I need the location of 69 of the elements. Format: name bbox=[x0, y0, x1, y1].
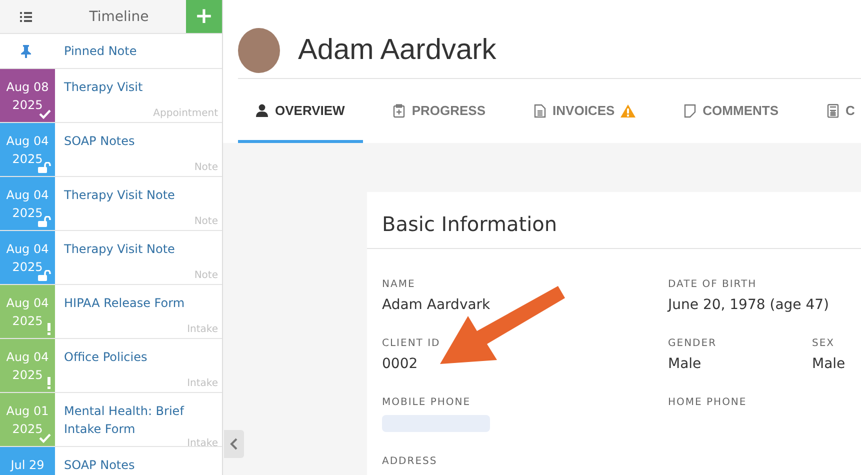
field-label: CLIENT ID bbox=[382, 337, 440, 350]
year-text: 2025 bbox=[12, 97, 43, 114]
field-label: DATE OF BIRTH bbox=[668, 278, 757, 291]
date-text: Aug 04 bbox=[6, 241, 49, 258]
item-type: Note bbox=[194, 162, 218, 173]
field-value: Male bbox=[812, 356, 846, 373]
year-text: 2025 bbox=[12, 205, 43, 222]
item-type: Intake bbox=[187, 378, 218, 389]
chevron-left-icon bbox=[230, 438, 238, 450]
field-label: GENDER bbox=[668, 337, 717, 350]
item-title: Mental Health: Brief Intake Form bbox=[64, 403, 186, 438]
item-type: Note bbox=[194, 216, 218, 227]
person-icon bbox=[256, 104, 268, 118]
date-text: Aug 04 bbox=[6, 133, 49, 150]
item-title: HIPAA Release Form bbox=[64, 295, 186, 312]
tab[interactable]: C bbox=[808, 79, 861, 143]
timeline-item[interactable]: Aug 04 2025 HIPAA Release Form Intake bbox=[0, 285, 222, 339]
item-title: Therapy Visit bbox=[64, 79, 144, 96]
timeline-item[interactable]: Aug 04 2025 SOAP Notes Note bbox=[0, 123, 222, 177]
item-type: Appointment bbox=[153, 108, 218, 119]
item-title: Therapy Visit Note bbox=[64, 187, 176, 204]
sidebar-title: Timeline bbox=[88, 8, 150, 24]
note-icon bbox=[684, 104, 696, 118]
item-title: Office Policies bbox=[64, 349, 148, 366]
field-label: ADDRESS bbox=[382, 455, 438, 468]
timeline-item[interactable]: Aug 04 2025 Office Policies Intake bbox=[0, 339, 222, 393]
avatar-photo-placeholder bbox=[238, 28, 280, 73]
field-label: MOBILE PHONE bbox=[382, 396, 471, 409]
pin-icon bbox=[21, 44, 31, 58]
clipboard-icon bbox=[392, 104, 405, 118]
field-label: HOME PHONE bbox=[668, 396, 747, 409]
item-title: SOAP Notes bbox=[64, 133, 136, 150]
date-text: Aug 01 bbox=[6, 403, 49, 420]
pinned-note-label: Pinned Note bbox=[64, 44, 137, 58]
document-icon bbox=[534, 104, 546, 118]
tab[interactable]: COMMENTS bbox=[666, 79, 796, 143]
date-text: Aug 08 bbox=[6, 79, 49, 96]
date-text: Jul 29 bbox=[10, 457, 44, 474]
item-type: Intake bbox=[187, 324, 218, 335]
year-text: 2025 bbox=[12, 313, 43, 330]
collapse-handle[interactable] bbox=[224, 430, 244, 458]
field-label: NAME bbox=[382, 278, 416, 291]
date-text: Aug 04 bbox=[6, 187, 49, 204]
field-value: Male bbox=[668, 356, 702, 373]
date-text: Aug 04 bbox=[6, 295, 49, 312]
timeline-item[interactable]: Aug 08 2025 Therapy Visit Appointment bbox=[0, 69, 222, 123]
card-title: Basic Information bbox=[367, 192, 861, 249]
timeline-item[interactable]: Aug 04 2025 Therapy Visit Note Note bbox=[0, 177, 222, 231]
field-value: 0002 bbox=[382, 356, 418, 373]
date-text: Aug 04 bbox=[6, 349, 49, 366]
calculator-icon bbox=[826, 104, 838, 118]
timeline-item[interactable]: Jul 29 SOAP Notes bbox=[0, 447, 222, 475]
list-icon bbox=[20, 12, 32, 22]
year-text: 2025 bbox=[12, 421, 43, 438]
year-text: 2025 bbox=[12, 367, 43, 384]
item-title: Therapy Visit Note bbox=[64, 241, 176, 258]
tab[interactable]: INVOICES bbox=[516, 79, 654, 143]
client-name: Adam Aardvark bbox=[298, 34, 496, 67]
field-value: Adam Aardvark bbox=[382, 297, 490, 314]
timeline-item[interactable]: Aug 01 2025 Mental Health: Brief Intake Form Intake bbox=[0, 393, 222, 447]
field-value: June 20, 1978 (age 47) bbox=[668, 297, 829, 314]
item-type: Intake bbox=[187, 438, 218, 449]
tab[interactable]: PROGRESS bbox=[374, 79, 504, 143]
field-label: SEX bbox=[812, 337, 835, 350]
year-text: 2025 bbox=[12, 259, 43, 276]
year-text: 2025 bbox=[12, 151, 43, 168]
item-title: SOAP Notes bbox=[64, 457, 136, 474]
timeline-item[interactable]: Aug 04 2025 Therapy Visit Note Note bbox=[0, 231, 222, 285]
item-type: Note bbox=[194, 270, 218, 281]
